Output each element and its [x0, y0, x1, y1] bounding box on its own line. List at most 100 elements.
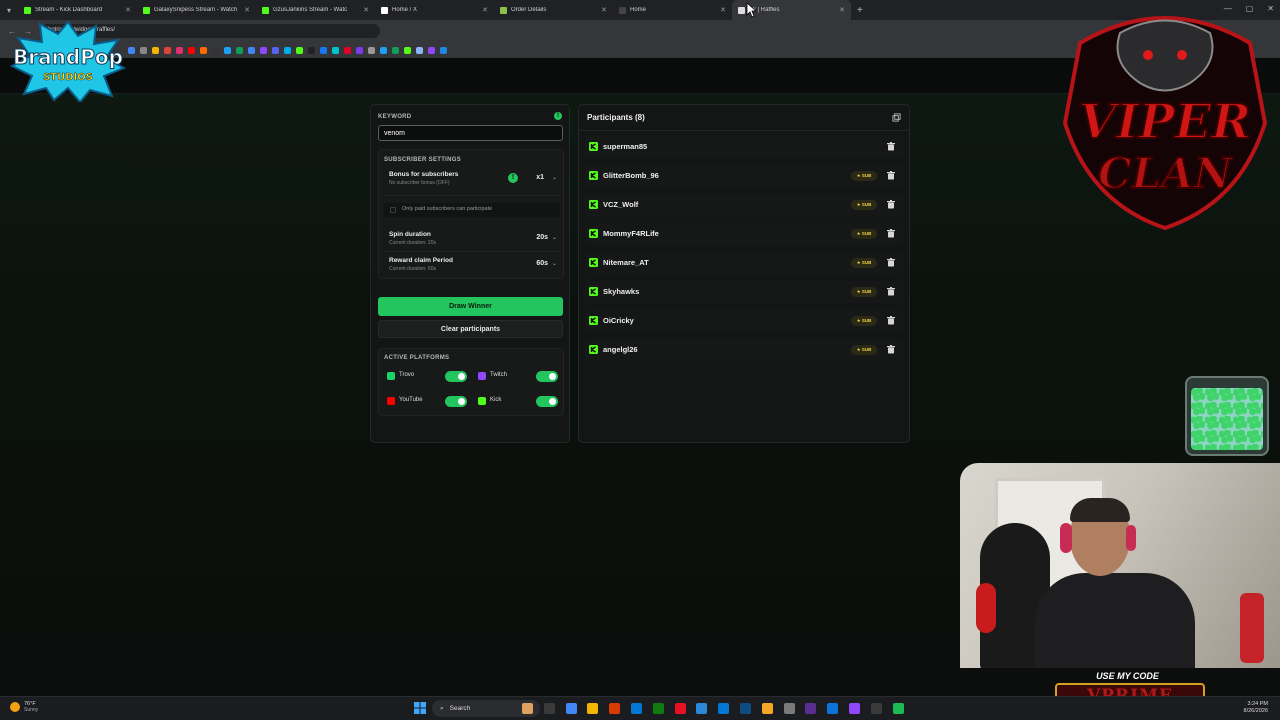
taskbar-app-icon[interactable] — [870, 703, 882, 714]
bookmark-icon[interactable] — [188, 46, 195, 54]
youtube-toggle[interactable] — [445, 396, 467, 407]
spin-select[interactable]: 20s — [536, 234, 548, 241]
bookmark-icon[interactable] — [296, 46, 303, 54]
close-icon[interactable]: ✕ — [244, 6, 250, 14]
bookmark-icon[interactable] — [164, 46, 171, 54]
participant-row: Nitemare_AT ★ SUB — [585, 252, 903, 274]
twitch-toggle[interactable] — [536, 371, 558, 382]
taskbar-app-icon[interactable] — [892, 703, 904, 714]
bookmark-icon[interactable] — [212, 46, 219, 54]
taskbar-clock[interactable]: 3:24 PM 8/26/2026 — [1244, 701, 1268, 715]
paid-only-checkbox[interactable] — [390, 207, 396, 213]
bookmark-icon[interactable] — [308, 46, 315, 54]
new-tab-icon[interactable]: + — [857, 5, 863, 16]
tab-home-x[interactable]: Home / X ✕ — [375, 0, 494, 20]
tab-kick-dashboard[interactable]: Stream - Kick Dashboard ✕ — [18, 0, 137, 20]
close-icon[interactable]: ✕ — [601, 6, 607, 14]
bookmark-icon[interactable] — [236, 46, 243, 54]
taskbar-app-icon[interactable] — [631, 703, 642, 714]
bookmark-icon[interactable] — [152, 46, 159, 54]
participant-name: Skyhawks — [603, 287, 640, 296]
close-icon[interactable]: ✕ — [839, 6, 845, 14]
participant-name: Nitemare_AT — [603, 258, 649, 267]
taskbar-app-icon[interactable] — [609, 703, 621, 714]
bookmark-icon[interactable] — [428, 46, 435, 54]
spin-title: Spin duration — [389, 231, 431, 238]
tab-gzusjankins[interactable]: GzusJankins Stream - Watc ✕ — [256, 0, 375, 20]
reward-subtitle: Current duration: 60s — [389, 266, 436, 272]
bonus-title: Bonus for subscribers — [389, 171, 459, 178]
taskbar-app-icon[interactable] — [543, 703, 555, 714]
taskbar-app-icon[interactable] — [783, 703, 795, 714]
taskbar-app-icon[interactable] — [761, 703, 773, 714]
bookmark-icon[interactable] — [368, 46, 375, 54]
taskbar-app-icon[interactable] — [849, 703, 860, 714]
bookmark-icon[interactable] — [392, 46, 399, 54]
bookmark-icon[interactable] — [404, 46, 411, 54]
copy-icon[interactable] — [892, 113, 901, 122]
participant-row: MommyF4RLife ★ SUB — [585, 223, 903, 245]
taskbar-app-icon[interactable] — [827, 703, 839, 714]
trash-icon[interactable] — [887, 258, 895, 267]
bonus-select[interactable]: x1 — [536, 174, 544, 181]
bookmark-icon[interactable] — [284, 46, 291, 54]
kick-toggle[interactable] — [536, 396, 558, 407]
close-icon[interactable]: ✕ — [720, 6, 726, 14]
info-icon[interactable]: ! — [554, 112, 562, 120]
bookmark-icon[interactable] — [416, 46, 423, 54]
bookmark-icon[interactable] — [272, 46, 279, 54]
bookmark-icon[interactable] — [320, 46, 327, 54]
tab-search-icon[interactable]: ▾ — [0, 0, 18, 20]
tab-home[interactable]: Home ✕ — [613, 0, 732, 20]
bookmark-icon[interactable] — [140, 46, 147, 54]
bookmark-icon[interactable] — [176, 46, 183, 54]
draw-winner-button[interactable]: Draw Winner — [378, 297, 563, 316]
tab-galaxysnipess[interactable]: GalaxySnipess Stream - Watch ✕ — [137, 0, 256, 20]
bookmark-icon[interactable] — [356, 46, 363, 54]
keyword-input[interactable] — [378, 125, 563, 141]
trash-icon[interactable] — [887, 287, 895, 296]
bookmark-icon[interactable] — [224, 46, 231, 54]
chevron-down-icon[interactable]: ⌄ — [552, 260, 557, 267]
taskbar-app-icon[interactable] — [740, 703, 751, 714]
paid-subscribers-only[interactable]: Only paid subscribers can participate — [384, 203, 560, 217]
reward-select[interactable]: 60s — [536, 260, 548, 267]
trash-icon[interactable] — [887, 316, 895, 325]
taskbar-app-icon[interactable] — [805, 703, 817, 714]
sub-badge: ★ SUB — [851, 171, 877, 181]
taskbar-app-icon[interactable] — [565, 703, 577, 714]
tab-title: GalaxySnipess Stream - Watch — [154, 7, 238, 13]
bookmark-icon[interactable] — [344, 46, 351, 54]
taskbar-app-icon[interactable] — [652, 703, 664, 714]
bookmark-icon[interactable] — [380, 46, 387, 54]
sticker-jar-image — [1185, 376, 1269, 456]
tab-order-details[interactable]: Order Details ✕ — [494, 0, 613, 20]
clear-participants-button[interactable]: Clear participants — [378, 320, 563, 338]
chevron-down-icon[interactable]: ⌄ — [552, 234, 557, 241]
taskbar-app-icon[interactable] — [587, 703, 599, 714]
bookmark-icon[interactable] — [332, 46, 339, 54]
close-icon[interactable]: ✕ — [482, 6, 488, 14]
trash-icon[interactable] — [887, 171, 895, 180]
chevron-down-icon[interactable]: ⌄ — [552, 174, 557, 181]
close-icon[interactable]: ✕ — [363, 6, 369, 14]
trash-icon[interactable] — [887, 229, 895, 238]
bookmark-icon[interactable] — [200, 46, 207, 54]
bookmark-icon[interactable] — [248, 46, 255, 54]
info-icon[interactable]: ! — [508, 173, 518, 183]
weather-widget[interactable]: 76°F Sunny — [10, 701, 38, 713]
windows-start-icon[interactable] — [414, 702, 426, 714]
bookmark-icon[interactable] — [128, 46, 135, 54]
taskbar-app-icon[interactable] — [718, 703, 730, 714]
close-icon[interactable]: ✕ — [125, 6, 131, 14]
trovo-toggle[interactable] — [445, 371, 467, 382]
bookmark-icon[interactable] — [260, 46, 267, 54]
bookmark-icon[interactable] — [440, 46, 447, 54]
taskbar-app-icon[interactable] — [522, 703, 533, 714]
taskbar-app-icon[interactable] — [696, 703, 708, 714]
trash-icon[interactable] — [887, 142, 895, 151]
trash-icon[interactable] — [887, 345, 895, 354]
trash-icon[interactable] — [887, 200, 895, 209]
taskbar-app-icon[interactable] — [674, 703, 686, 714]
brandpop-studios-logo: BrandPop STUDIOS — [10, 20, 126, 102]
